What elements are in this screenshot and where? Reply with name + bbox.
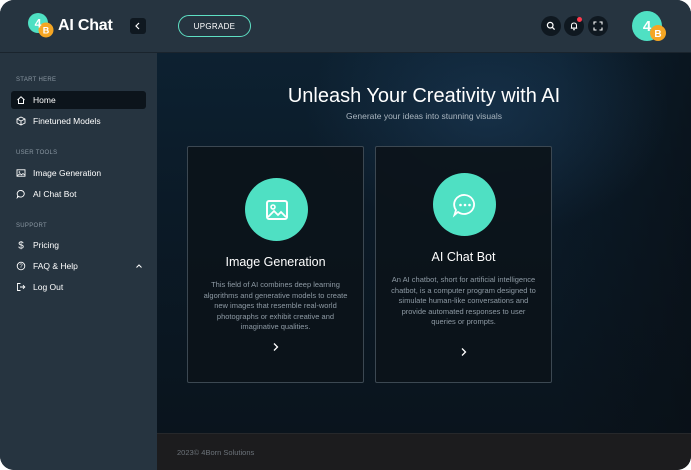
page-subtitle: Generate your ideas into stunning visual…: [346, 111, 502, 121]
sidebar-item-home[interactable]: Home: [11, 91, 146, 109]
footer: 2023© 4Born Solutions: [157, 433, 691, 470]
notifications-button[interactable]: [564, 16, 584, 36]
help-icon: ?: [16, 261, 26, 271]
section-label-support: SUPPORT: [16, 223, 47, 229]
sidebar-item-label: FAQ & Help: [33, 261, 78, 271]
home-icon: [16, 95, 26, 105]
card-icon-circle: [433, 173, 496, 236]
fullscreen-button[interactable]: [588, 16, 608, 36]
card-description: This field of AI combines deep learning …: [203, 280, 348, 331]
logout-icon: [16, 282, 26, 292]
search-icon: [546, 21, 556, 31]
sidebar-item-label: Image Generation: [33, 168, 102, 178]
sidebar-item-label: Log Out: [33, 282, 64, 292]
card-title: Image Generation: [225, 255, 326, 269]
cube-icon: [16, 116, 26, 126]
collapse-sidebar-button[interactable]: [130, 18, 146, 34]
app-name: AI Chat: [58, 17, 113, 34]
app-window: 4 B AI Chat UPGRADE 4 B START HERE Home …: [0, 0, 691, 470]
svg-text:4: 4: [643, 18, 652, 35]
search-button[interactable]: [541, 16, 561, 36]
sidebar-item-finetuned-models[interactable]: Finetuned Models: [11, 112, 146, 130]
section-label-start-here: START HERE: [16, 77, 57, 83]
chevron-right-icon[interactable]: [272, 342, 280, 352]
chevron-right-icon[interactable]: [460, 347, 468, 357]
card-description: An AI chatbot, short for artificial inte…: [391, 275, 536, 326]
image-icon: [265, 199, 288, 220]
svg-text:$: $: [18, 241, 24, 250]
fullscreen-icon: [593, 21, 603, 31]
sidebar-item-label: AI Chat Bot: [33, 189, 77, 199]
bell-icon: [570, 22, 578, 31]
section-label-user-tools: USER TOOLS: [16, 150, 58, 156]
sidebar-item-log-out[interactable]: Log Out: [11, 278, 146, 296]
sidebar-item-label: Finetuned Models: [33, 116, 101, 126]
top-bar: 4 B AI Chat UPGRADE 4 B: [0, 0, 691, 53]
card-ai-chat-bot[interactable]: AI Chat Bot An AI chatbot, short for art…: [375, 146, 552, 383]
sidebar-item-ai-chat-bot[interactable]: AI Chat Bot: [11, 185, 146, 203]
card-title: AI Chat Bot: [431, 250, 496, 264]
copyright-text: 2023© 4Born Solutions: [177, 448, 255, 457]
chevron-left-icon: [135, 22, 140, 30]
svg-text:B: B: [654, 29, 661, 40]
sidebar-item-label: Pricing: [33, 240, 59, 250]
card-icon-circle: [245, 178, 308, 241]
page-title: Unleash Your Creativity with AI: [287, 85, 561, 107]
app-logo[interactable]: 4 B AI Chat: [28, 13, 113, 39]
sidebar-item-label: Home: [33, 95, 56, 105]
main-content: Unleash Your Creativity with AI Generate…: [157, 53, 691, 433]
card-image-generation[interactable]: Image Generation This field of AI combin…: [187, 146, 364, 383]
dollar-icon: $: [16, 240, 26, 250]
chat-bubble-icon: [452, 193, 475, 218]
svg-text:B: B: [43, 26, 50, 36]
image-icon: [16, 168, 26, 178]
upgrade-button[interactable]: UPGRADE: [178, 15, 251, 37]
chat-icon: [16, 189, 26, 199]
sidebar-item-faq-help[interactable]: ? FAQ & Help: [11, 257, 146, 275]
notification-dot: [577, 17, 582, 22]
sidebar-item-image-generation[interactable]: Image Generation: [11, 164, 146, 182]
brand-logo-icon: 4 B: [28, 13, 54, 38]
user-avatar[interactable]: 4 B: [632, 11, 668, 43]
chevron-up-icon[interactable]: [135, 262, 143, 270]
sidebar-item-pricing[interactable]: $ Pricing: [11, 236, 146, 254]
svg-text:4: 4: [35, 17, 42, 31]
sidebar: START HERE Home Finetuned Models USER TO…: [0, 53, 157, 470]
